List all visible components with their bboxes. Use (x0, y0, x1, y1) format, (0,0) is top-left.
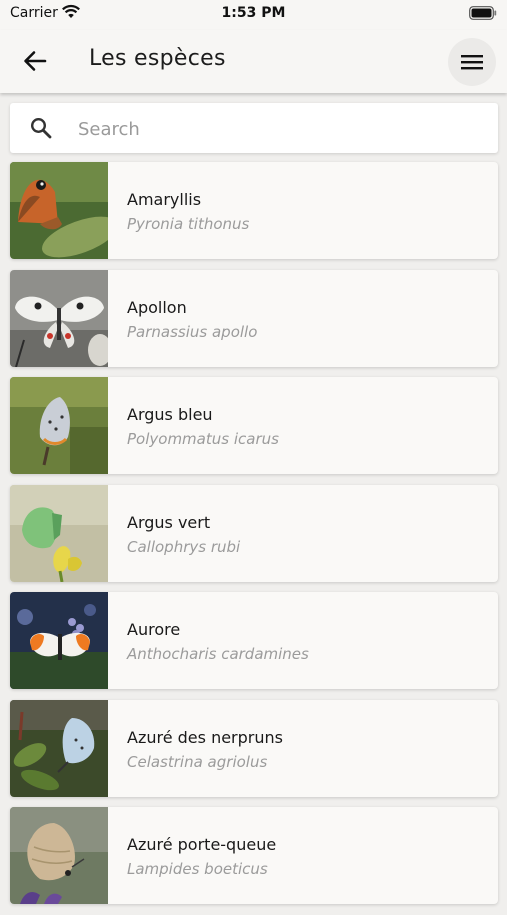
search-input[interactable] (76, 113, 480, 145)
butterfly-photo (10, 269, 108, 367)
species-card[interactable]: Apollon Parnassius apollo (10, 269, 498, 367)
butterfly-photo (10, 592, 108, 689)
species-card[interactable]: Aurore Anthocharis cardamines (10, 592, 498, 689)
species-latin-name: Anthocharis cardamines (127, 645, 309, 663)
battery-icon (469, 6, 497, 20)
species-common-name: Argus vert (127, 512, 211, 532)
back-button[interactable] (18, 44, 52, 78)
species-common-name: Apollon (127, 297, 187, 317)
species-card[interactable]: Amaryllis Pyronia tithonus (10, 162, 498, 259)
species-common-name: Argus bleu (127, 405, 213, 424)
status-time: 1:53 PM (221, 5, 286, 21)
species-latin-name: Pyronia tithonus (127, 215, 250, 233)
search-bar (10, 103, 498, 153)
species-latin-name: Callophrys rubi (127, 537, 241, 556)
species-latin-name: Polyommatus icarus (127, 430, 279, 448)
species-common-name: Azuré des nerpruns (127, 727, 283, 747)
status-bar: Carrier 1:53 PM (0, 0, 507, 30)
menu-button[interactable] (448, 38, 496, 86)
butterfly-photo (10, 162, 108, 259)
butterfly-photo (10, 699, 108, 797)
species-card[interactable]: Azuré porte-queue Lampides boeticus (10, 807, 498, 904)
species-card[interactable]: Azuré des nerpruns Celastrina agriolus (10, 699, 498, 797)
butterfly-photo (10, 484, 108, 582)
hamburger-menu-icon (461, 55, 483, 70)
species-card[interactable]: Argus bleu Polyommatus icarus (10, 377, 498, 474)
species-list: Amaryllis Pyronia tithonus Apollon Parna… (10, 162, 498, 915)
search-icon (30, 117, 52, 139)
species-common-name: Amaryllis (127, 190, 202, 209)
butterfly-photo (10, 807, 108, 904)
app-bar: Les espèces (0, 30, 507, 93)
species-latin-name: Celastrina agriolus (127, 752, 268, 771)
species-card[interactable]: Argus vert Callophrys rubi (10, 484, 498, 582)
species-common-name: Azuré porte-queue (127, 835, 277, 854)
back-arrow-icon (24, 51, 47, 71)
page-title: Les espèces (89, 46, 226, 71)
species-common-name: Aurore (127, 620, 181, 639)
butterfly-photo (10, 377, 108, 474)
species-latin-name: Lampides boeticus (127, 860, 268, 878)
species-latin-name: Parnassius apollo (127, 322, 258, 341)
